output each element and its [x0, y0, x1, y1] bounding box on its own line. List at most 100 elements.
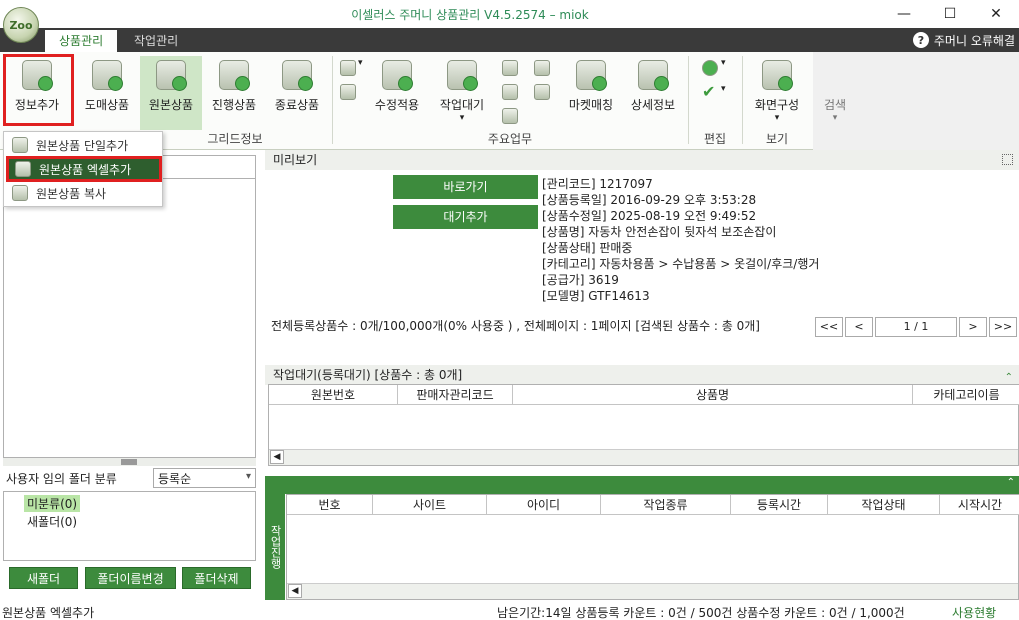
sort-order-select[interactable]: 등록순 ▾	[153, 468, 256, 488]
new-folder-button[interactable]: 새폴더	[9, 567, 78, 589]
pager-page-indicator: 1 / 1	[875, 317, 957, 337]
preview-line: [상품수정일] 2025-08-19 오전 9:49:52	[542, 209, 757, 223]
menu-item-copy[interactable]: 원본상품 복사	[6, 182, 162, 204]
apply-edit-icon	[382, 60, 413, 91]
panel-toggle-icon[interactable]	[1002, 154, 1013, 165]
screen-layout-button[interactable]: 화면구성 ▾	[746, 56, 808, 130]
scroll-left-icon[interactable]: ◀	[270, 450, 284, 464]
market-matching-button[interactable]: 마켓매칭	[560, 56, 622, 130]
preview-line: [상품상태] 판매중	[542, 241, 633, 255]
queue-header: 작업대기(등록대기) [상품수 : 총 0개] ⌃	[265, 365, 1019, 385]
queue-grid[interactable]: 원본번호 판매자관리코드 상품명 카테고리이름 ◀	[268, 384, 1019, 466]
dropdown-arrow[interactable]: ▾	[721, 58, 726, 68]
progress-grid[interactable]: 번호 사이트 아이디 작업종류 등록시간 작업상태 시작시간 ◀	[286, 494, 1019, 600]
dropdown-arrow[interactable]: ▾	[721, 84, 726, 94]
column-header[interactable]: 카테고리이름	[913, 385, 1019, 405]
app-logo[interactable]: Zoo	[3, 7, 39, 43]
menu-item-excel-add[interactable]: 원본상품 엑셀추가	[6, 156, 162, 182]
sort-order-value: 등록순	[158, 471, 192, 486]
active-products-button[interactable]: 진행상품	[203, 56, 265, 130]
preview-line: [모델명] GTF14613	[542, 289, 650, 303]
delete-folder-button[interactable]: 폴더삭제	[182, 567, 251, 589]
group-label-edit: 편집	[703, 132, 727, 146]
column-header[interactable]: 시작시간	[940, 495, 1019, 515]
usage-status-link[interactable]: 사용현황	[952, 604, 996, 620]
rename-folder-button[interactable]: 폴더이름변경	[85, 567, 176, 589]
folder-item-new[interactable]: 새폴더(0)	[24, 513, 80, 530]
source-products-button[interactable]: 원본상품	[140, 56, 202, 130]
column-header[interactable]: 작업종류	[601, 495, 731, 515]
scroll-left-icon[interactable]: ◀	[288, 584, 302, 598]
source-products-label: 원본상품	[148, 98, 194, 112]
wholesale-label: 도매상품	[84, 98, 130, 112]
minimize-button[interactable]: —	[881, 0, 927, 28]
small-tool-icon-4[interactable]	[534, 60, 550, 76]
document-icon	[12, 137, 28, 153]
go-to-button[interactable]: 바로가기	[393, 175, 538, 199]
close-button[interactable]: ✕	[973, 0, 1019, 28]
small-tool-icon-5[interactable]	[502, 84, 518, 100]
title-bar: 이셀러스 주머니 상품관리 V4.5.2574 – miok — ☐ ✕	[0, 0, 1019, 28]
search-dropdown: ▾	[832, 113, 838, 123]
small-tool-icon-1[interactable]	[340, 60, 356, 76]
horizontal-scrollbar[interactable]: ◀	[287, 583, 1018, 599]
dropdown-arrow[interactable]: ▾	[358, 58, 363, 68]
menu-item-single-add[interactable]: 원본상품 단일추가	[6, 134, 162, 156]
detail-info-button[interactable]: 상세정보	[622, 56, 684, 130]
tab-job-management[interactable]: 작업관리	[120, 30, 192, 52]
checkmark-icon[interactable]: ✔	[702, 82, 715, 101]
help-button[interactable]: ? 주머니 오류해결	[912, 31, 1015, 49]
check-circle-icon[interactable]	[702, 60, 718, 76]
tab-product-management[interactable]: 상품관리	[45, 30, 118, 52]
apply-edit-button[interactable]: 수정적용	[366, 56, 428, 130]
preview-header: 미리보기	[265, 150, 1019, 170]
active-products-label: 진행상품	[211, 98, 257, 112]
add-to-queue-button[interactable]: 대기추가	[393, 205, 538, 229]
pager-first-button[interactable]: <<	[815, 317, 843, 337]
source-products-icon	[156, 60, 187, 91]
horizontal-scrollbar[interactable]: ◀	[269, 449, 1018, 465]
small-tool-icon-3[interactable]	[502, 60, 518, 76]
menu-item-label: 원본상품 엑셀추가	[39, 162, 132, 177]
monitor-icon	[762, 60, 793, 91]
column-header[interactable]: 사이트	[373, 495, 487, 515]
help-label: 주머니 오류해결	[933, 33, 1015, 48]
group-separator	[688, 56, 689, 144]
column-header[interactable]: 원본번호	[269, 385, 398, 405]
window-title: 이셀러스 주머니 상품관리 V4.5.2574 – miok	[351, 8, 589, 22]
small-tool-icon-7[interactable]	[502, 108, 518, 124]
menu-item-label: 원본상품 단일추가	[36, 138, 129, 153]
preview-title: 미리보기	[273, 153, 318, 167]
search-label: 검색	[823, 98, 847, 112]
small-tool-icon-6[interactable]	[534, 84, 550, 100]
column-header[interactable]: 등록시간	[731, 495, 828, 515]
category-tree[interactable]	[3, 178, 256, 458]
splitter-grip-icon	[121, 459, 137, 465]
screen-layout-label: 화면구성	[754, 98, 800, 112]
search-button[interactable]: 검색 ▾	[822, 96, 848, 123]
collapse-icon[interactable]: ⌃	[1007, 477, 1015, 488]
group-separator	[332, 56, 333, 144]
small-tool-icon-2[interactable]	[340, 84, 356, 100]
market-matching-icon	[576, 60, 607, 91]
folder-item-uncategorized[interactable]: 미분류(0)	[24, 495, 81, 512]
job-queue-button[interactable]: 작업대기 ▾	[431, 56, 493, 130]
preview-line: [공급가] 3619	[542, 273, 619, 287]
column-header[interactable]: 아이디	[487, 495, 601, 515]
product-count-summary: 전체등록상품수 : 0개/100,000개(0% 사용중 ) , 전체페이지 :…	[271, 319, 760, 333]
chevron-down-icon: ▾	[245, 471, 251, 482]
wholesale-products-button[interactable]: 도매상품	[76, 56, 138, 130]
column-header[interactable]: 판매자관리코드	[398, 385, 513, 405]
pager-prev-button[interactable]: <	[845, 317, 873, 337]
column-header[interactable]: 상품명	[513, 385, 913, 405]
pager-last-button[interactable]: >>	[989, 317, 1017, 337]
maximize-button[interactable]: ☐	[927, 0, 973, 28]
pager-next-button[interactable]: >	[959, 317, 987, 337]
column-header[interactable]: 작업상태	[828, 495, 940, 515]
column-header[interactable]: 번호	[287, 495, 373, 515]
usage-counts: 남은기간:14일 상품등록 카운트 : 0건 / 500건 상품수정 카운트 :…	[497, 606, 905, 620]
ended-products-button[interactable]: 종료상품	[266, 56, 328, 130]
progress-header-bar: ⌃	[265, 476, 1019, 494]
panel-splitter[interactable]	[3, 458, 256, 466]
status-bar: 원본상품 엑셀추가 남은기간:14일 상품등록 카운트 : 0건 / 500건 …	[0, 602, 1019, 620]
